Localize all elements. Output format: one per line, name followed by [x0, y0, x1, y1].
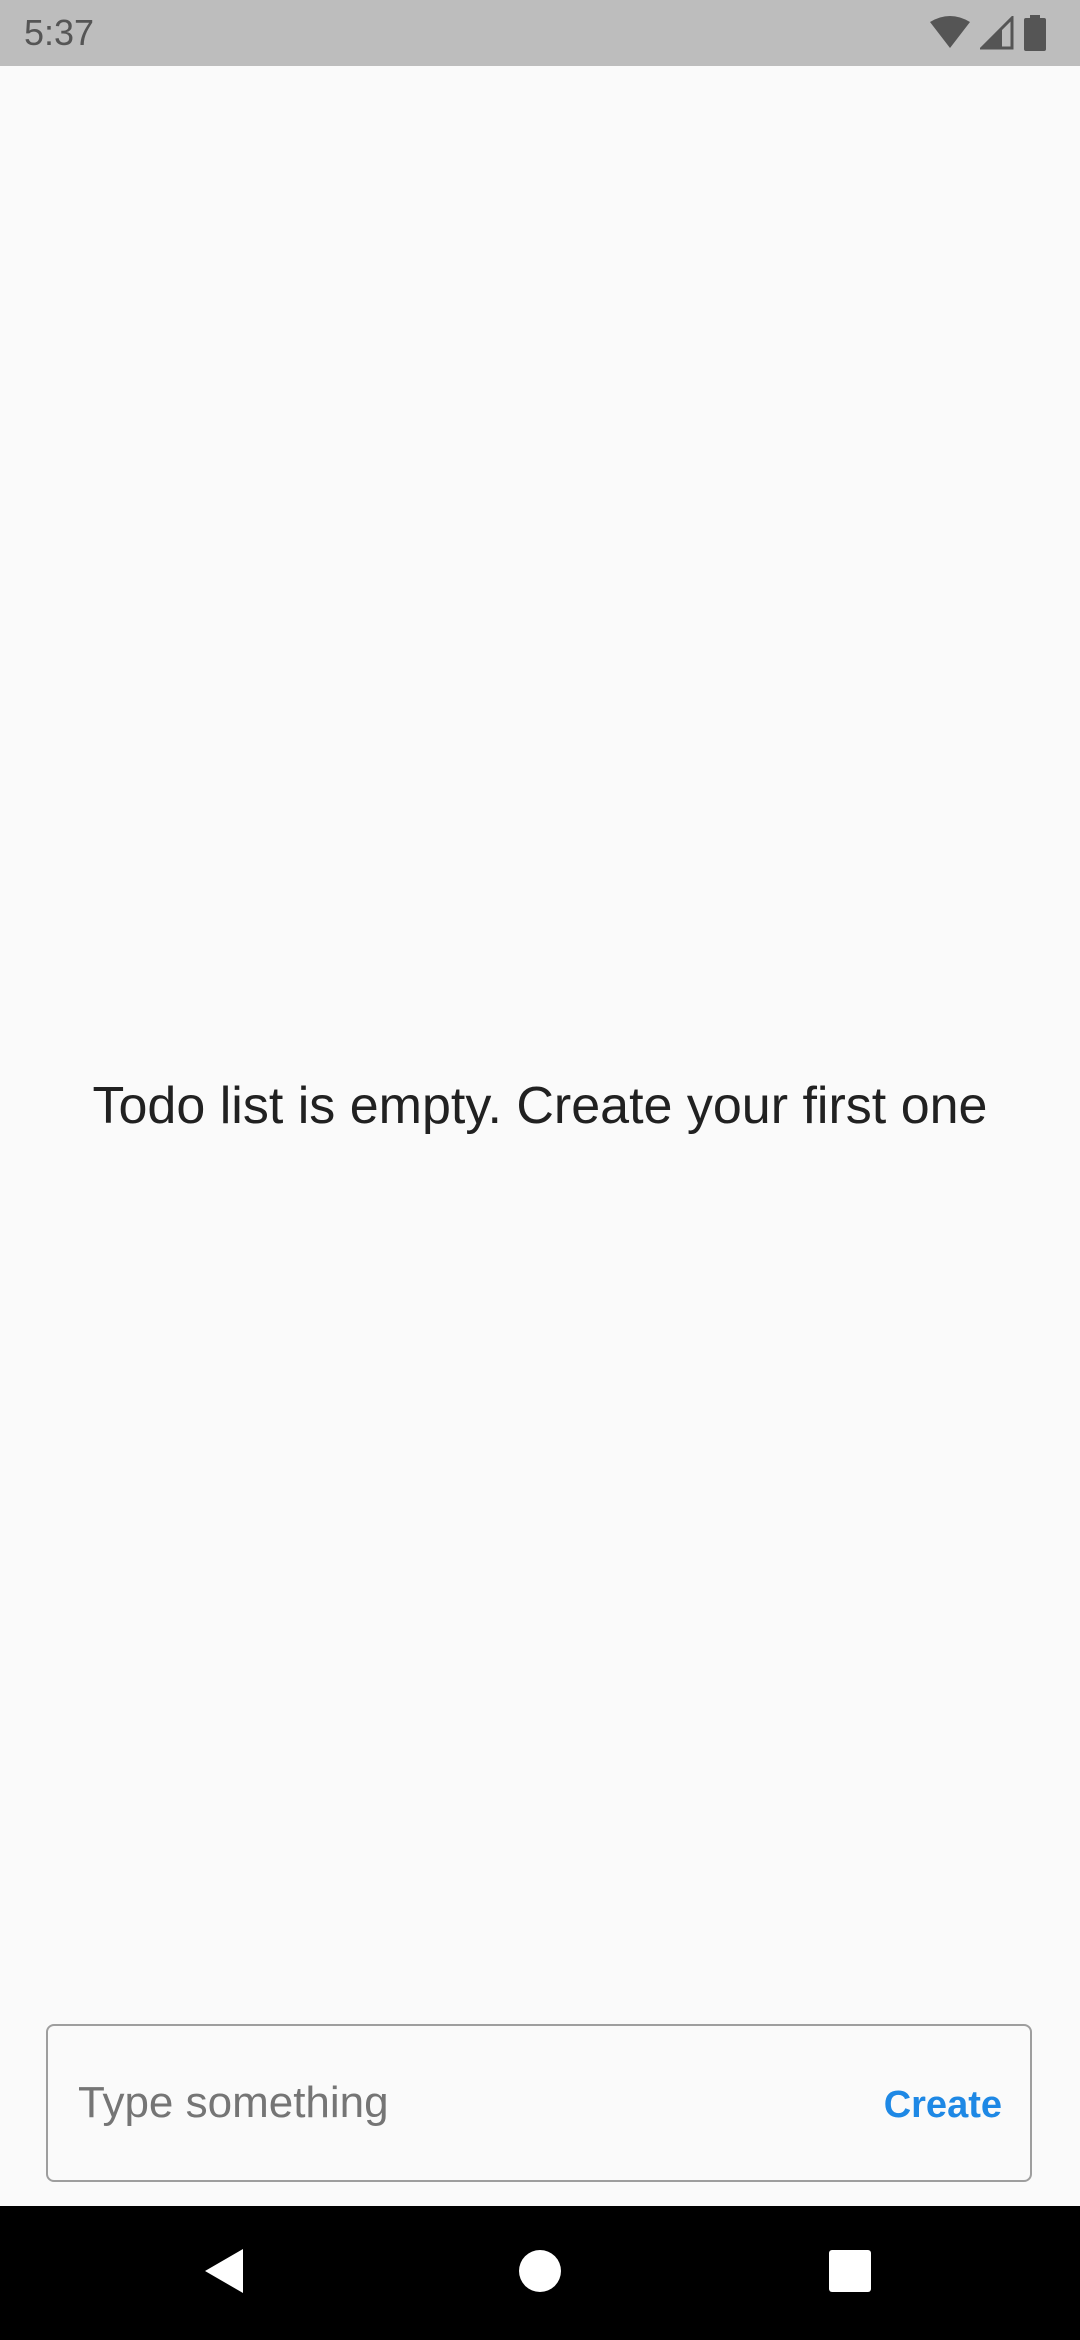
recents-button[interactable]: [790, 2206, 910, 2340]
home-button[interactable]: [480, 2206, 600, 2340]
battery-icon: [1024, 15, 1046, 51]
back-button[interactable]: [165, 2206, 285, 2340]
navigation-bar: [0, 2206, 1080, 2340]
status-icons: [930, 14, 1046, 52]
back-icon: [203, 2247, 247, 2300]
status-time: 5:37: [24, 12, 95, 53]
empty-state-message: Todo list is empty. Create your first on…: [92, 1077, 988, 1135]
wifi-icon: [930, 16, 970, 50]
todo-text-input[interactable]: [78, 2026, 858, 2180]
recents-icon: [829, 2249, 871, 2297]
status-bar: 5:37: [0, 0, 1080, 66]
app-content: Todo list is empty. Create your first on…: [0, 66, 1080, 2206]
create-button[interactable]: Create: [884, 2026, 1002, 2184]
cell-signal-icon: [980, 16, 1014, 50]
new-todo-field: Create: [46, 2024, 1032, 2182]
home-icon: [518, 2249, 562, 2298]
